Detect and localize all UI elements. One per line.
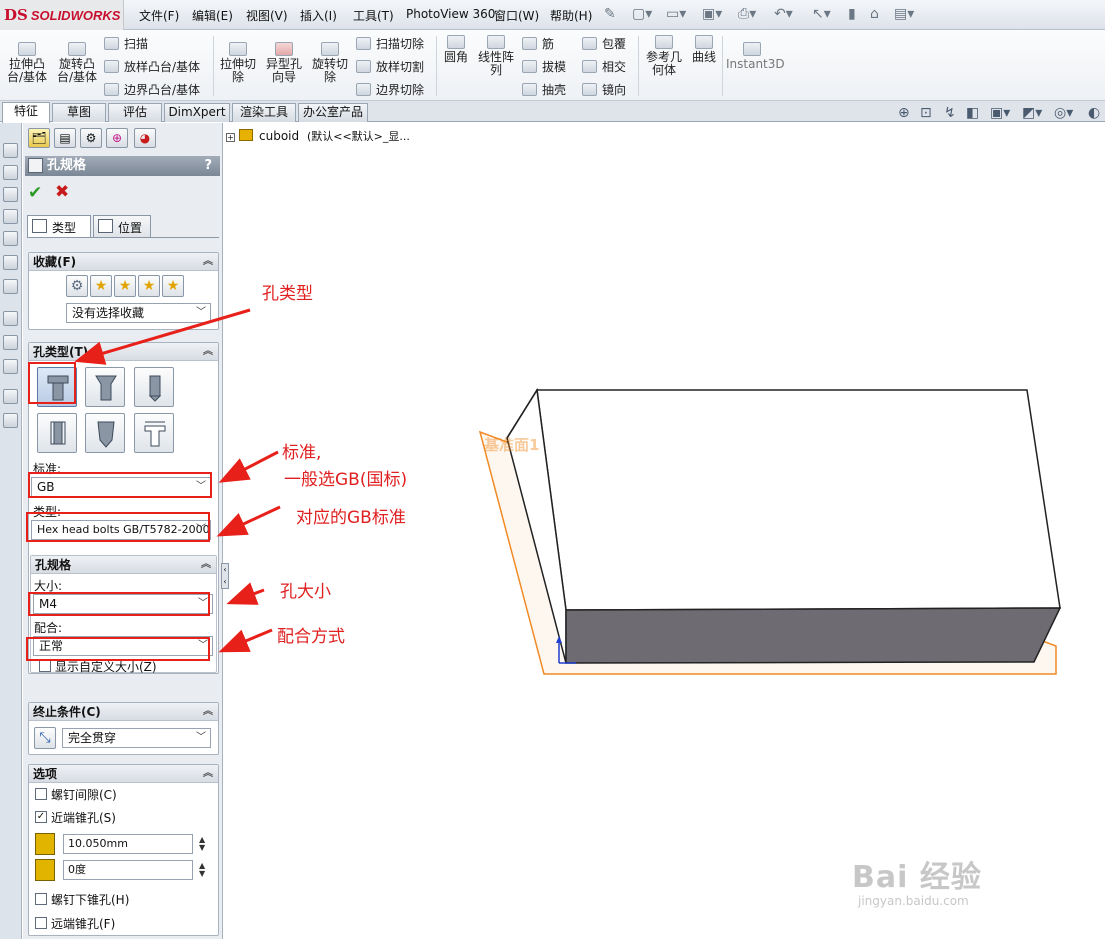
arrow-fit (218, 628, 273, 653)
note-hole-size: 孔大小 (280, 582, 331, 602)
watermark-url: jingyan.baidu.com (858, 894, 969, 908)
arrow-hole-type (74, 308, 251, 365)
note-gb-standard: 对应的GB标准 (296, 508, 406, 528)
annotation-arrows (74, 308, 281, 653)
watermark-brand: Bai 经验 (852, 860, 982, 895)
arrow-size (226, 582, 265, 605)
note-fit: 配合方式 (277, 627, 345, 647)
note-standard-2: 一般选GB(国标) (284, 470, 408, 490)
arrow-standard (218, 450, 279, 483)
arrow-type (216, 505, 281, 537)
note-standard-1: 标准, (282, 443, 322, 463)
note-hole-type: 孔类型 (262, 284, 313, 304)
baidu-watermark: Bai 经验 jingyan.baidu.com (852, 852, 982, 908)
